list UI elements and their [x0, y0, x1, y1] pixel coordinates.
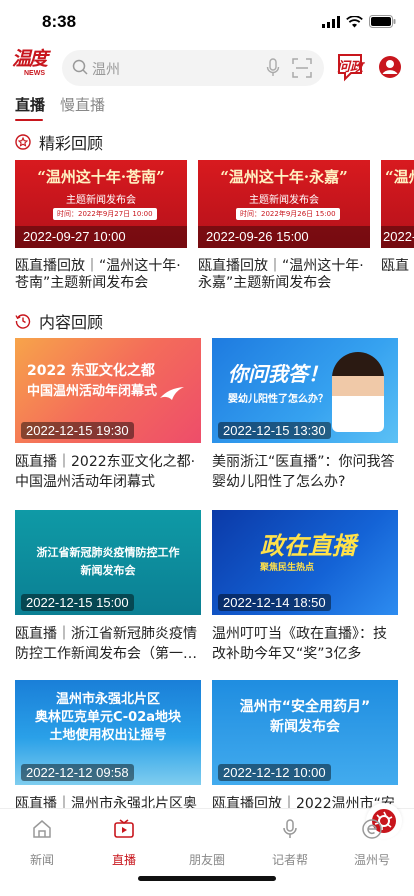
- card-caption: 瓯直播｜浙江省新冠肺炎疫情防控工作新闻发布会（第一…: [15, 626, 197, 662]
- tabbar-item-reporter[interactable]: 记者帮: [260, 817, 320, 868]
- tab-live[interactable]: 直播: [15, 94, 45, 121]
- wenzheng-label: 问政: [337, 60, 364, 75]
- card-caption: 瓯直播回放｜“温州这十年·苍南”主题新闻发布会: [15, 258, 181, 291]
- tabbar-label: 直播: [111, 853, 136, 867]
- status-time: 8:38: [42, 12, 77, 31]
- home-indicator: [138, 876, 276, 881]
- e-icon: [362, 819, 382, 839]
- thumbnail-subtitle: 聚焦民生热点: [260, 563, 315, 573]
- search-input[interactable]: 温州: [62, 50, 324, 86]
- tabbar-item-news[interactable]: 新闻: [12, 817, 72, 868]
- thumbnail-subtitle: 婴幼儿阳性了怎么办？: [228, 394, 328, 405]
- tabbar-item-wenzhouhao[interactable]: 温州号: [342, 817, 402, 868]
- logo-text: 温度: [12, 48, 48, 70]
- search-placeholder: 温州: [92, 62, 120, 78]
- thumbnail-title: 温州市永强北片区: [55, 692, 160, 707]
- thumbnail-title: 你问我答！: [228, 362, 328, 386]
- home-icon: [33, 820, 51, 838]
- bottom-tabbar: 新闻 直播 朋友圈 记者帮 温州号: [0, 803, 414, 896]
- content-thumbnail: 政在直播 聚焦民生热点 2022-12-14 18:50: [212, 510, 398, 615]
- thumbnail-headline: “温州这十年·苍南”: [37, 168, 165, 186]
- card-date: 2022-12-15 13:30: [218, 422, 331, 439]
- user-icon[interactable]: [378, 55, 402, 79]
- card-caption: 美丽浙江“医直播”：你问我答 婴幼儿阳性了怎么办?: [212, 454, 395, 490]
- card-caption: 瓯直播｜2022东亚文化之都·中国温州活动年闭幕式: [15, 454, 196, 490]
- content-thumbnail: 2022 东亚文化之都 中国温州活动年闭幕式 2022-12-15 19:30: [15, 338, 201, 443]
- content-thumbnail: 浙江省新冠肺炎疫情防控工作 新闻发布会 2022-12-15 15:00: [15, 510, 201, 615]
- status-bar: 8:38: [0, 0, 414, 46]
- card-caption: 瓯直: [381, 258, 409, 274]
- thumbnail-subtitle: 奥林匹克单元C-02a地块: [34, 710, 182, 725]
- card-caption: 温州叮叮当《政在直播》：技改补助今年又“奖”3亿多: [212, 626, 387, 662]
- thumbnail-headline: “温州: [385, 168, 414, 186]
- app-header: 温度 NEWS 温州 问政: [0, 46, 414, 90]
- scan-icon[interactable]: [292, 58, 312, 78]
- battery-icon: [369, 15, 396, 28]
- tabbar-label: 新闻: [29, 853, 54, 867]
- content-thumbnail: 温州市永强北片区 奥林匹克单元C-02a地块 土地使用权出让摇号 2022-12…: [15, 680, 201, 785]
- status-icons: [322, 15, 396, 28]
- thumbnail-title: 2022 东亚文化之都: [27, 363, 155, 379]
- mic-icon: [283, 819, 297, 838]
- highlight-card[interactable]: “温州 2022- 瓯直: [381, 160, 414, 292]
- search-icon: [72, 59, 88, 75]
- card-date: 2022-09-26 15:00: [198, 226, 370, 248]
- bird-icon: [160, 387, 184, 400]
- star-badge-icon: [15, 134, 31, 150]
- card-date: 2022-12-15 19:30: [21, 422, 134, 439]
- app-logo[interactable]: 温度 NEWS: [12, 48, 52, 88]
- thumbnail-headline: “温州这十年·永嘉”: [220, 168, 348, 186]
- tv-icon: [114, 819, 134, 838]
- logo-sub: NEWS: [24, 70, 45, 77]
- thumbnail-title: 温州市“安全用药月”: [239, 699, 371, 715]
- card-date: 2022-12-14 18:50: [218, 594, 331, 611]
- tabbar-label: 温州号: [353, 853, 390, 867]
- thumbnail-title: 政在直播: [260, 532, 356, 560]
- live-tabs: 直播 慢直播: [0, 94, 414, 126]
- tabbar-label: 朋友圈: [188, 853, 225, 867]
- content-card[interactable]: 你问我答！ 婴幼儿阳性了怎么办？ 2022-12-15 13:30 美丽浙江“医…: [212, 338, 398, 492]
- tab-slow-live[interactable]: 慢直播: [60, 94, 105, 115]
- highlight-card[interactable]: “温州这十年·苍南” 主题新闻发布会 时间：2022年9月27日 10:00 2…: [15, 160, 187, 292]
- tabbar-label: 记者帮: [271, 853, 308, 867]
- section-title-text: 内容回顾: [39, 313, 104, 332]
- history-icon: [15, 314, 31, 329]
- thumbnail-subtitle: 中国温州活动年闭幕式: [27, 384, 158, 399]
- card-date: 2022-12-15 15:00: [21, 594, 134, 611]
- card-date: 2022-09-27 10:00: [15, 226, 187, 248]
- card-date: 2022-12-12 10:00: [218, 764, 331, 781]
- wifi-icon: [346, 15, 363, 27]
- voice-icon[interactable]: [266, 58, 280, 78]
- wenzheng-button[interactable]: 问政: [335, 52, 365, 82]
- thumbnail-subtitle: 新闻发布会: [270, 719, 340, 735]
- content-thumbnail: 温州市“安全用药月” 新闻发布会 2022-12-12 10:00: [212, 680, 398, 785]
- content-thumbnail: 你问我答！ 婴幼儿阳性了怎么办？ 2022-12-15 13:30: [212, 338, 398, 443]
- content-card[interactable]: 2022 东亚文化之都 中国温州活动年闭幕式 2022-12-15 19:30 …: [15, 338, 201, 492]
- tabbar-item-moments[interactable]: 朋友圈: [177, 803, 402, 868]
- card-date: 2022-12-12 09:58: [21, 764, 134, 781]
- section-content-title: 内容回顾: [15, 309, 103, 333]
- doctor-portrait: [332, 352, 384, 432]
- highlight-thumbnail: “温州这十年·苍南” 主题新闻发布会 时间：2022年9月27日 10:00 2…: [15, 160, 187, 248]
- highlight-thumbnail: “温州 2022-: [381, 160, 414, 248]
- thumbnail-time: 时间：2022年9月26日 15:00: [236, 208, 340, 220]
- thumbnail-time: 时间：2022年9月27日 10:00: [53, 208, 157, 220]
- content-card[interactable]: 政在直播 聚焦民生热点 2022-12-14 18:50 温州叮叮当《政在直播》…: [212, 510, 398, 664]
- tabbar-item-live[interactable]: 直播: [94, 817, 154, 868]
- section-title-text: 精彩回顾: [39, 134, 104, 153]
- card-caption: 瓯直播回放｜“温州这十年·永嘉”主题新闻发布会: [198, 258, 364, 291]
- thumbnail-subtitle: 主题新闻发布会: [249, 195, 319, 206]
- content-card[interactable]: 浙江省新冠肺炎疫情防控工作 新闻发布会 2022-12-15 15:00 瓯直播…: [15, 510, 201, 664]
- highlight-thumbnail: “温州这十年·永嘉” 主题新闻发布会 时间：2022年9月26日 15:00 2…: [198, 160, 370, 248]
- section-highlights-title: 精彩回顾: [15, 130, 103, 154]
- thumbnail-subtitle: 主题新闻发布会: [66, 195, 136, 206]
- thumbnail-subtitle: 新闻发布会: [80, 564, 136, 577]
- highlight-card[interactable]: “温州这十年·永嘉” 主题新闻发布会 时间：2022年9月26日 15:00 2…: [198, 160, 370, 292]
- thumbnail-subtitle: 土地使用权出让摇号: [49, 728, 167, 743]
- card-date: 2022-: [381, 226, 414, 248]
- signal-icon: [322, 15, 340, 28]
- thumbnail-title: 浙江省新冠肺炎疫情防控工作: [36, 546, 180, 559]
